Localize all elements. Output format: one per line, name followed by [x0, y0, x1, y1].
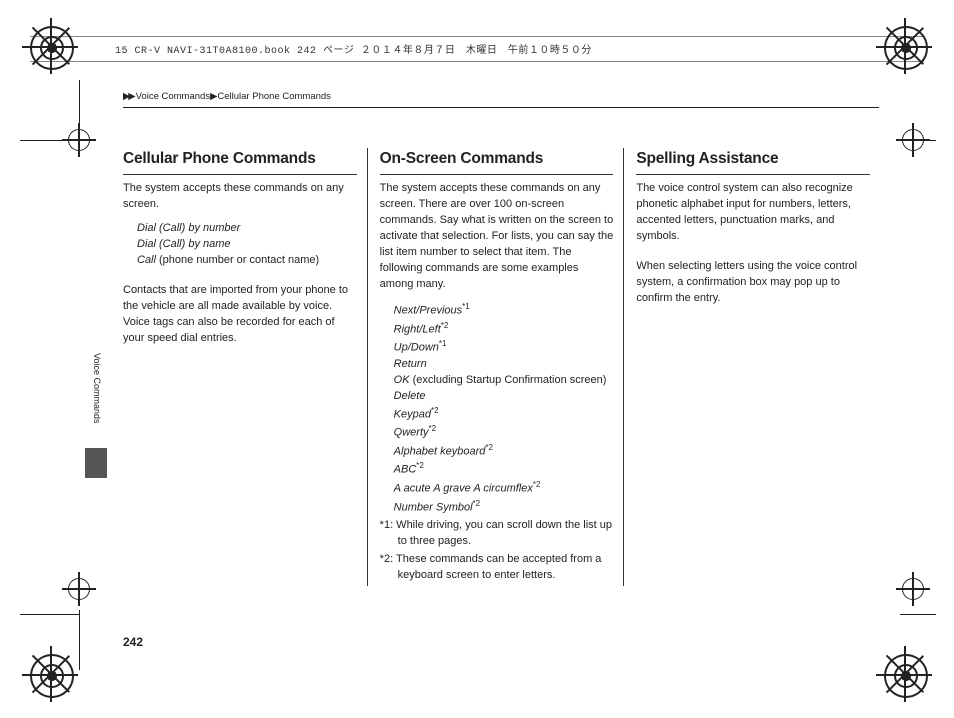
breadcrumb: ▶▶Voice Commands▶Cellular Phone Commands — [123, 91, 331, 102]
cellular-intro: The system accepts these commands on any… — [123, 181, 357, 213]
cmd-number-symbol: Number Symbol*2 — [394, 498, 614, 517]
crop-line — [900, 614, 936, 615]
crop-line — [79, 610, 80, 670]
print-meta-header: 15 CR-V NAVI-31T0A8100.book 242 ページ ２０１４… — [30, 36, 924, 62]
crop-target-icon — [900, 576, 926, 602]
registration-mark-icon — [30, 654, 70, 694]
onscreen-command-list: Next/Previous*1 Right/Left*2 Up/Down*1 R… — [380, 301, 614, 516]
cellular-command-list: Dial (Call) by number Dial (Call) by nam… — [123, 221, 357, 269]
cmd-return: Return — [394, 357, 614, 373]
cmd-delete: Delete — [394, 389, 614, 405]
breadcrumb-level1: Voice Commands — [136, 91, 210, 102]
registration-mark-icon — [884, 26, 924, 66]
cmd-abc: ABC*2 — [394, 460, 614, 479]
section-title-spelling: Spelling Assistance — [636, 148, 870, 175]
cmd-call: Call (phone number or contact name) — [137, 253, 357, 269]
cmd-up-down: Up/Down*1 — [394, 338, 614, 357]
spelling-p2: When selecting letters using the voice c… — [636, 259, 870, 307]
footnote-1: *1: While driving, you can scroll down t… — [380, 518, 614, 550]
cmd-ok: OK (excluding Startup Confirmation scree… — [394, 373, 614, 389]
crop-line — [20, 614, 80, 615]
cmd-dial-number: Dial (Call) by number — [137, 221, 357, 237]
cmd-keypad: Keypad*2 — [394, 405, 614, 424]
breadcrumb-level2: Cellular Phone Commands — [217, 91, 331, 102]
crop-target-icon — [66, 576, 92, 602]
horizontal-rule — [123, 107, 879, 108]
column-onscreen: On-Screen Commands The system accepts th… — [367, 148, 624, 586]
print-meta-text: 15 CR-V NAVI-31T0A8100.book 242 ページ ２０１４… — [115, 41, 592, 57]
cmd-accents: A acute A grave A circumflex*2 — [394, 479, 614, 498]
cmd-next-previous: Next/Previous*1 — [394, 301, 614, 320]
cmd-call-prefix: Call — [137, 254, 156, 266]
crop-line — [79, 80, 80, 142]
section-title-onscreen: On-Screen Commands — [380, 148, 614, 175]
section-title-cellular: Cellular Phone Commands — [123, 148, 357, 175]
registration-mark-icon — [884, 654, 924, 694]
footnote-2: *2: These commands can be accepted from … — [380, 552, 614, 584]
onscreen-intro: The system accepts these commands on any… — [380, 181, 614, 293]
content-columns: Cellular Phone Commands The system accep… — [123, 148, 880, 586]
spelling-p1: The voice control system can also recogn… — [636, 181, 870, 245]
cmd-dial-name: Dial (Call) by name — [137, 237, 357, 253]
crop-line — [20, 140, 80, 141]
cmd-right-left: Right/Left*2 — [394, 320, 614, 339]
crop-line — [900, 140, 936, 141]
page-number: 242 — [123, 635, 143, 649]
breadcrumb-sep: ▶ — [210, 91, 215, 102]
cmd-qwerty: Qwerty*2 — [394, 423, 614, 442]
side-tab-marker — [85, 448, 107, 478]
cmd-call-rest: (phone number or contact name) — [156, 254, 319, 266]
registration-mark-icon — [30, 26, 70, 66]
breadcrumb-arrows: ▶▶ — [123, 91, 134, 102]
column-spelling: Spelling Assistance The voice control sy… — [623, 148, 880, 586]
cellular-note: Contacts that are imported from your pho… — [123, 283, 357, 347]
side-tab-label: Voice Commands — [92, 353, 102, 424]
cmd-alphabet-keyboard: Alphabet keyboard*2 — [394, 442, 614, 461]
column-cellular-phone: Cellular Phone Commands The system accep… — [123, 148, 367, 586]
